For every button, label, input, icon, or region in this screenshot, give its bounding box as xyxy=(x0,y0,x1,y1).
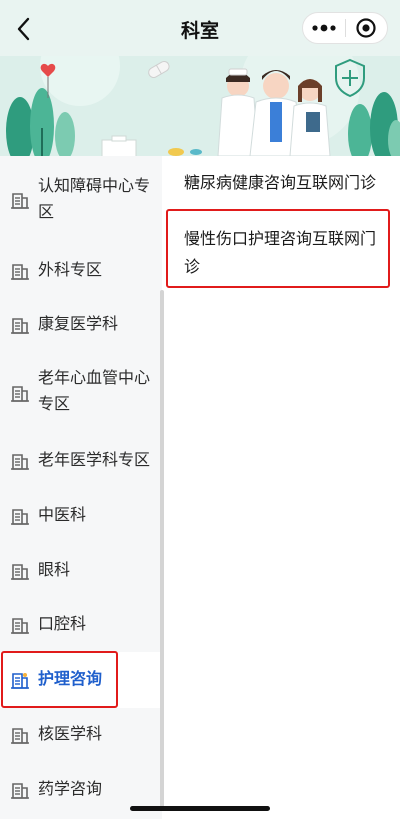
more-menu-icon[interactable] xyxy=(303,13,345,43)
sidebar-item-label: 康复医学科 xyxy=(38,316,119,333)
sidebar-item-stomatology[interactable]: 口腔科 xyxy=(0,598,162,652)
sidebar-item-label: 核医学科 xyxy=(38,726,103,743)
highlight-box-sidebar xyxy=(1,651,118,708)
sidebar-item-geriatric-cardiovascular[interactable]: 老年心血管中心专区 xyxy=(0,352,162,434)
sidebar-item-nuclear-medicine[interactable]: 核医学科 xyxy=(0,708,162,762)
nav-header: 科室 xyxy=(0,0,400,56)
sidebar-scrollbar[interactable] xyxy=(160,290,164,810)
sidebar-item-label: 老年心血管中心专区 xyxy=(38,370,151,413)
home-indicator[interactable] xyxy=(130,806,270,811)
clinic-item-diabetes[interactable]: 糖尿病健康咨询互联网门诊 xyxy=(166,156,400,208)
sidebar-item-geriatrics[interactable]: 老年医学科专区 xyxy=(0,434,162,488)
department-sidebar: 认知障碍中心专区 外科专区 康复医学科 老年心血管中心专区 老年医学科专区 中医… xyxy=(0,156,162,819)
miniprogram-capsule xyxy=(302,12,388,44)
sidebar-item-ophthalmology[interactable]: 眼科 xyxy=(0,544,162,598)
hospital-building-icon xyxy=(10,261,30,281)
hospital-building-icon xyxy=(10,190,30,210)
sidebar-item-cognitive-disorder[interactable]: 认知障碍中心专区 xyxy=(0,156,162,244)
hospital-building-icon xyxy=(10,615,30,635)
sidebar-item-tcm[interactable]: 中医科 xyxy=(0,488,162,544)
close-target-icon[interactable] xyxy=(346,13,387,43)
sidebar-item-label: 认知障碍中心专区 xyxy=(38,178,151,221)
hospital-building-icon xyxy=(10,451,30,471)
sidebar-item-label: 眼科 xyxy=(38,562,71,579)
banner-illustration xyxy=(0,56,400,156)
hospital-building-icon xyxy=(10,315,30,335)
hospital-building-icon xyxy=(10,561,30,581)
sidebar-item-rehabilitation[interactable]: 康复医学科 xyxy=(0,298,162,352)
sidebar-item-label: 中医科 xyxy=(38,507,87,524)
hospital-building-icon xyxy=(10,383,30,403)
hospital-building-icon xyxy=(10,506,30,526)
sidebar-item-label: 外科专区 xyxy=(38,262,103,279)
sidebar-item-label: 口腔科 xyxy=(38,616,87,633)
hospital-building-icon xyxy=(10,725,30,745)
sidebar-item-surgery[interactable]: 外科专区 xyxy=(0,244,162,298)
sidebar-item-label: 药学咨询 xyxy=(38,781,103,798)
hospital-building-icon xyxy=(10,780,30,800)
sidebar-item-label: 老年医学科专区 xyxy=(38,452,151,469)
clinic-item-label: 糖尿病健康咨询互联网门诊 xyxy=(184,175,377,192)
highlight-box-clinic xyxy=(166,209,390,288)
